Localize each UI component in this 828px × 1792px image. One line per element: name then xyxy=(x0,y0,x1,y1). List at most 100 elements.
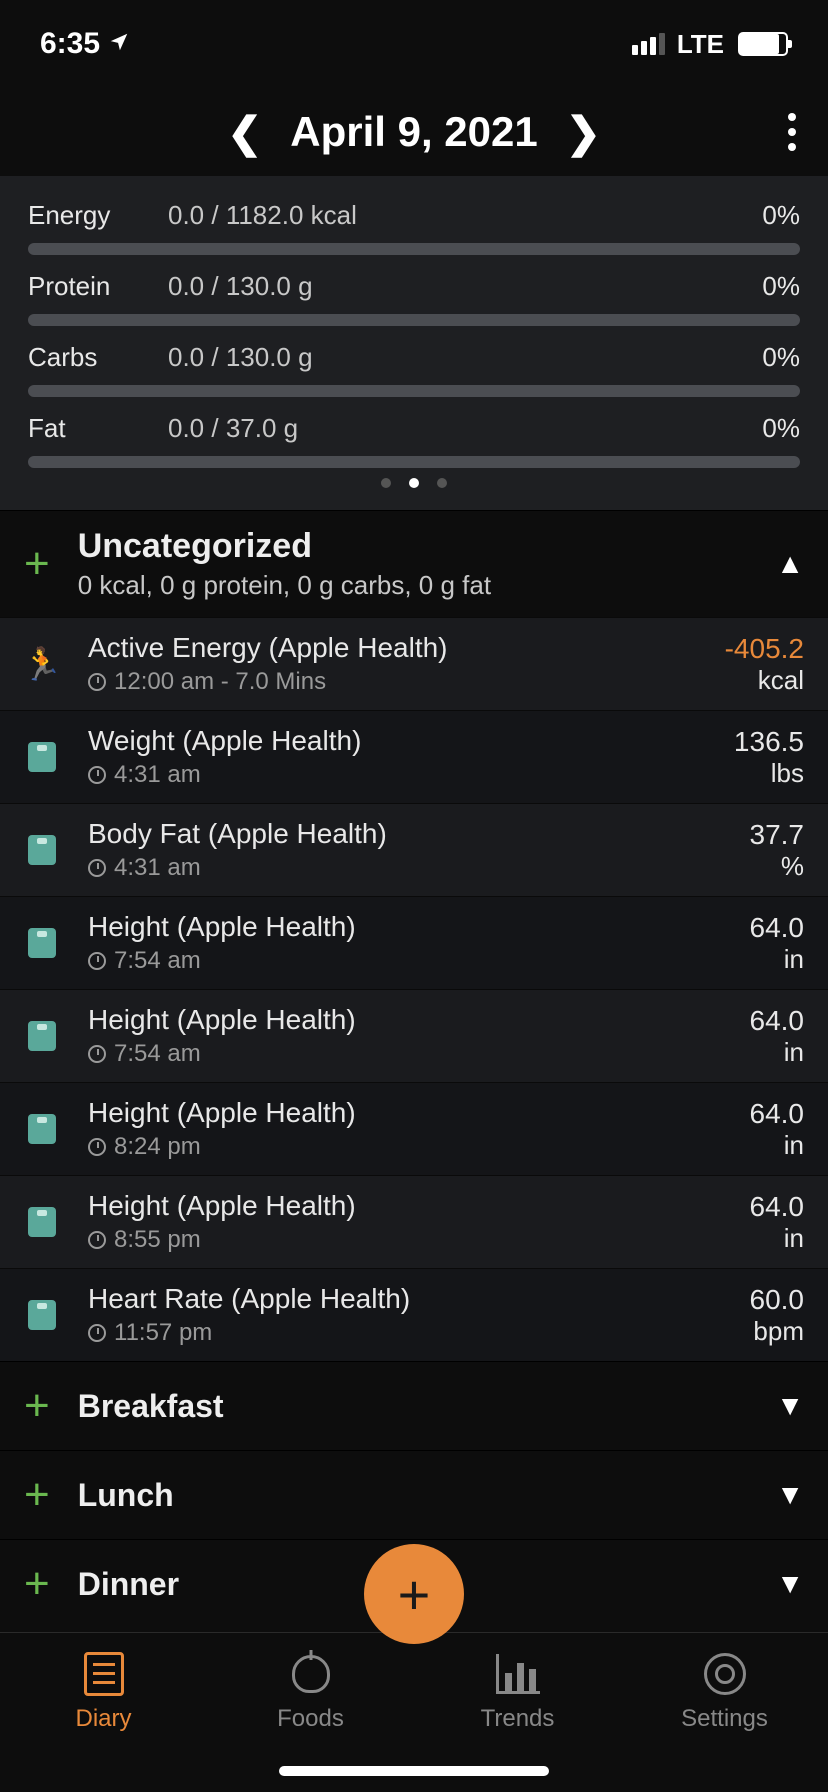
entry-meta: 12:00 am - 7.0 Mins xyxy=(88,668,697,696)
chevron-down-icon[interactable]: ▼ xyxy=(776,1568,804,1600)
scale-icon xyxy=(28,1207,56,1237)
add-meal-button[interactable]: + xyxy=(24,1473,50,1517)
clock-icon xyxy=(88,859,106,877)
date-title[interactable]: April 9, 2021 xyxy=(290,108,537,156)
signal-icon xyxy=(632,33,665,55)
battery-icon xyxy=(738,32,788,56)
entry-value: 64.0 in xyxy=(750,1098,805,1161)
add-meal-button[interactable]: + xyxy=(24,1562,50,1606)
meal-title: Breakfast xyxy=(78,1388,749,1425)
entry-value: 64.0 in xyxy=(750,1005,805,1068)
clock-icon xyxy=(88,766,106,784)
macro-progress-bar xyxy=(28,314,800,326)
add-meal-button[interactable]: + xyxy=(24,1384,50,1428)
entry-title: Weight (Apple Health) xyxy=(88,725,706,757)
entry-value-number: 64.0 xyxy=(750,1098,805,1130)
scale-icon xyxy=(28,1300,56,1330)
tab-label: Settings xyxy=(681,1705,768,1733)
collapse-icon[interactable]: ▲ xyxy=(776,548,804,580)
tab-foods[interactable]: Foods xyxy=(236,1651,386,1733)
uncategorized-header[interactable]: + Uncategorized 0 kcal, 0 g protein, 0 g… xyxy=(0,510,828,617)
entry-time: 4:31 am xyxy=(114,761,201,789)
network-label: LTE xyxy=(677,29,724,60)
scale-icon xyxy=(28,835,56,865)
meal-header[interactable]: + Lunch ▼ xyxy=(0,1450,828,1539)
macro-progress-bar xyxy=(28,385,800,397)
tab-diary[interactable]: Diary xyxy=(29,1651,179,1733)
entry-icon: 🏃 xyxy=(24,646,60,682)
clock-icon xyxy=(88,1324,106,1342)
macro-value: 0.0 / 1182.0 kcal xyxy=(168,200,762,231)
entry-col: Body Fat (Apple Health) 4:31 am xyxy=(88,818,722,882)
macro-progress-bar xyxy=(28,456,800,468)
home-indicator[interactable] xyxy=(279,1766,549,1776)
clock-icon xyxy=(88,1231,106,1249)
macro-progress-bar xyxy=(28,243,800,255)
macro-row: Energy 0.0 / 1182.0 kcal 0% xyxy=(28,194,800,237)
entry-col: Height (Apple Health) 8:24 pm xyxy=(88,1097,722,1161)
tab-settings[interactable]: Settings xyxy=(650,1651,800,1733)
entry-value-unit: in xyxy=(750,944,805,975)
status-bar: 6:35 LTE xyxy=(0,0,828,88)
entry-icon xyxy=(24,1204,60,1240)
clock-icon xyxy=(88,1045,106,1063)
entry-value: 60.0 bpm xyxy=(750,1284,805,1347)
entry-row[interactable]: Height (Apple Health) 7:54 am 64.0 in xyxy=(0,896,828,989)
entry-icon xyxy=(24,925,60,961)
entry-col: Height (Apple Health) 7:54 am xyxy=(88,1004,722,1068)
entry-col: Height (Apple Health) 7:54 am xyxy=(88,911,722,975)
tab-trends[interactable]: Trends xyxy=(443,1651,593,1733)
entry-value-number: 37.7 xyxy=(750,819,805,851)
add-uncategorized-button[interactable]: + xyxy=(24,542,50,586)
prev-day-button[interactable]: ❮ xyxy=(227,108,262,157)
entry-row[interactable]: Heart Rate (Apple Health) 11:57 pm 60.0 … xyxy=(0,1268,828,1361)
entry-value-unit: lbs xyxy=(734,758,804,789)
entry-meta: 11:57 pm xyxy=(88,1319,722,1347)
entry-value-number: -405.2 xyxy=(725,633,804,665)
chevron-down-icon[interactable]: ▼ xyxy=(776,1390,804,1422)
entry-value: 37.7 % xyxy=(750,819,805,882)
date-header: ❮ April 9, 2021 ❯ xyxy=(0,88,828,176)
meal-header[interactable]: + Breakfast ▼ xyxy=(0,1361,828,1450)
entry-meta: 7:54 am xyxy=(88,947,722,975)
trends-icon xyxy=(495,1651,541,1697)
clock-icon xyxy=(88,1138,106,1156)
chevron-down-icon[interactable]: ▼ xyxy=(776,1479,804,1511)
more-menu-button[interactable] xyxy=(788,113,796,151)
entry-row[interactable]: Body Fat (Apple Health) 4:31 am 37.7 % xyxy=(0,803,828,896)
macro-label: Fat xyxy=(28,413,168,444)
entry-value: 64.0 in xyxy=(750,912,805,975)
entry-row[interactable]: Height (Apple Health) 8:55 pm 64.0 in xyxy=(0,1175,828,1268)
macro-row: Fat 0.0 / 37.0 g 0% xyxy=(28,407,800,450)
entry-row[interactable]: Height (Apple Health) 7:54 am 64.0 in xyxy=(0,989,828,1082)
entry-value-unit: in xyxy=(750,1037,805,1068)
tab-label: Diary xyxy=(75,1705,131,1733)
entry-icon xyxy=(24,1018,60,1054)
entry-col: Heart Rate (Apple Health) 11:57 pm xyxy=(88,1283,722,1347)
entry-title: Height (Apple Health) xyxy=(88,911,722,943)
entry-title: Height (Apple Health) xyxy=(88,1190,722,1222)
entry-value-unit: in xyxy=(750,1130,805,1161)
runner-icon: 🏃 xyxy=(22,645,62,683)
apple-icon xyxy=(288,1651,334,1697)
scale-icon xyxy=(28,1114,56,1144)
meal-title: Lunch xyxy=(78,1477,749,1514)
section-title: Uncategorized xyxy=(78,527,749,566)
tab-label: Foods xyxy=(277,1705,344,1733)
entry-value-unit: in xyxy=(750,1223,805,1254)
entry-meta: 4:31 am xyxy=(88,761,706,789)
entry-time: 7:54 am xyxy=(114,1040,201,1068)
entry-value: -405.2 kcal xyxy=(725,633,804,696)
next-day-button[interactable]: ❯ xyxy=(566,108,601,157)
entry-value: 64.0 in xyxy=(750,1191,805,1254)
macro-value: 0.0 / 130.0 g xyxy=(168,342,762,373)
add-fab-button[interactable]: + xyxy=(364,1544,464,1644)
section-title-col: Uncategorized 0 kcal, 0 g protein, 0 g c… xyxy=(78,527,749,601)
macro-panel[interactable]: Energy 0.0 / 1182.0 kcal 0% Protein 0.0 … xyxy=(0,176,828,510)
entry-time: 11:57 pm xyxy=(114,1319,212,1347)
entry-row[interactable]: Height (Apple Health) 8:24 pm 64.0 in xyxy=(0,1082,828,1175)
entry-row[interactable]: Weight (Apple Health) 4:31 am 136.5 lbs xyxy=(0,710,828,803)
entry-value-number: 136.5 xyxy=(734,726,804,758)
entry-row[interactable]: 🏃 Active Energy (Apple Health) 12:00 am … xyxy=(0,617,828,710)
page-indicator[interactable] xyxy=(28,478,800,488)
